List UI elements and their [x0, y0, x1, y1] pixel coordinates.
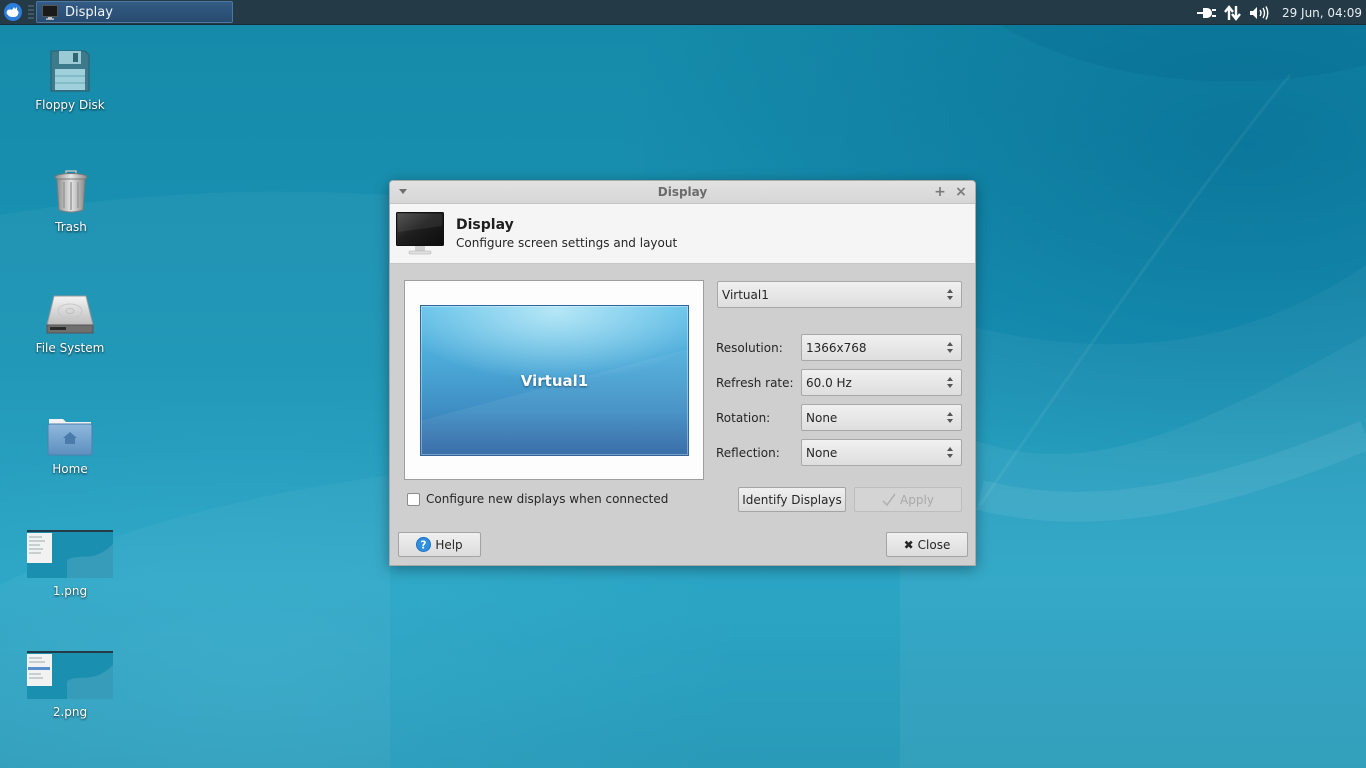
refresh-rate-select[interactable]: 60.0 Hz	[801, 369, 962, 396]
rotation-value: None	[806, 410, 838, 425]
desktop-icon-trash[interactable]: Trash	[21, 170, 121, 234]
refresh-rate-value: 60.0 Hz	[806, 375, 852, 390]
desktop-icon-label: 1.png	[52, 584, 88, 598]
trash-icon	[54, 170, 88, 213]
header-title: Display	[456, 217, 514, 233]
rotation-select[interactable]: None	[801, 404, 962, 431]
home-folder-icon	[47, 419, 93, 456]
close-button[interactable]: ✖ Close	[886, 532, 968, 557]
taskbar-item-display[interactable]: Display	[36, 1, 233, 23]
display-virtual1-preview[interactable]: Virtual1	[420, 305, 689, 456]
spin-arrows-icon	[947, 412, 954, 424]
output-select[interactable]: Virtual1	[717, 281, 962, 308]
reflection-select[interactable]: None	[801, 439, 962, 466]
monitor-icon	[42, 4, 58, 20]
close-x-icon: ✖	[903, 537, 914, 552]
power-plug-icon[interactable]	[1194, 6, 1220, 20]
close-label: Close	[917, 537, 951, 552]
panel-handle[interactable]	[28, 5, 34, 19]
volume-icon[interactable]	[1246, 5, 1272, 20]
display-layout-preview: Virtual1	[404, 280, 704, 480]
desktop-icon-label: Floppy Disk	[35, 98, 105, 112]
desktop-icon-home[interactable]: Home	[20, 418, 120, 476]
reflection-label: Reflection:	[716, 446, 780, 460]
display-settings-window: Display + × Display Configure screen set…	[389, 180, 976, 566]
system-tray: 29 Jun, 04:09	[1194, 0, 1366, 25]
help-icon: ?	[416, 537, 432, 552]
image-thumbnail-icon	[27, 530, 113, 578]
apply-label: Apply	[900, 492, 934, 507]
spin-arrows-icon	[947, 447, 954, 459]
checkmark-icon	[882, 493, 896, 506]
clock[interactable]: 29 Jun, 04:09	[1282, 6, 1362, 20]
window-title: Display	[657, 185, 708, 199]
spin-arrows-icon	[947, 377, 954, 389]
close-window-icon[interactable]: ×	[953, 184, 969, 200]
rotation-label: Rotation:	[716, 411, 771, 425]
desktop-icon-label: Trash	[55, 220, 87, 234]
identify-displays-label: Identify Displays	[742, 492, 842, 507]
maximize-icon[interactable]: +	[932, 184, 948, 200]
reflection-value: None	[806, 445, 838, 460]
header-subtitle: Configure screen settings and layout	[456, 236, 678, 250]
apply-button[interactable]: Apply	[854, 487, 962, 512]
desktop-icon-floppy-disk[interactable]: Floppy Disk	[20, 50, 120, 112]
monitor-icon	[396, 211, 444, 254]
refresh-rate-label: Refresh rate:	[716, 376, 794, 390]
display-preview-label: Virtual1	[520, 371, 589, 390]
identify-displays-button[interactable]: Identify Displays	[738, 487, 846, 512]
spin-arrows-icon	[947, 342, 954, 354]
applications-menu-button[interactable]	[0, 0, 26, 25]
window-menu-icon[interactable]	[399, 189, 407, 194]
resolution-label: Resolution:	[716, 341, 783, 355]
resolution-value: 1366x768	[806, 340, 867, 355]
configure-new-displays-checkbox[interactable]	[407, 493, 420, 506]
desktop-icon-file-system[interactable]: File System	[20, 295, 120, 355]
output-select-value: Virtual1	[722, 287, 769, 302]
top-panel: Display 29 Jun, 04:09	[0, 0, 1366, 25]
desktop-icon-label: File System	[35, 341, 105, 355]
svg-text:?: ?	[421, 540, 427, 552]
spin-arrows-icon	[947, 289, 954, 301]
floppy-disk-icon	[50, 50, 90, 92]
image-thumbnail-icon	[27, 651, 113, 699]
window-titlebar[interactable]: Display + ×	[390, 181, 975, 204]
hard-drive-icon	[46, 295, 94, 334]
resolution-select[interactable]: 1366x768	[801, 334, 962, 361]
desktop-icon-1-png[interactable]: 1.png	[20, 530, 120, 598]
desktop-icon-2-png[interactable]: 2.png	[20, 651, 120, 719]
dialog-header: Display Configure screen settings and la…	[390, 204, 975, 264]
help-button[interactable]: ? Help	[398, 532, 481, 557]
help-label: Help	[435, 537, 463, 552]
taskbar-item-label: Display	[65, 4, 113, 20]
desktop-icon-label: Home	[52, 462, 88, 476]
network-icon[interactable]	[1220, 4, 1246, 21]
configure-new-displays-label[interactable]: Configure new displays when connected	[426, 492, 668, 506]
xfce-logo-icon	[4, 3, 22, 21]
desktop-icon-label: 2.png	[52, 705, 88, 719]
